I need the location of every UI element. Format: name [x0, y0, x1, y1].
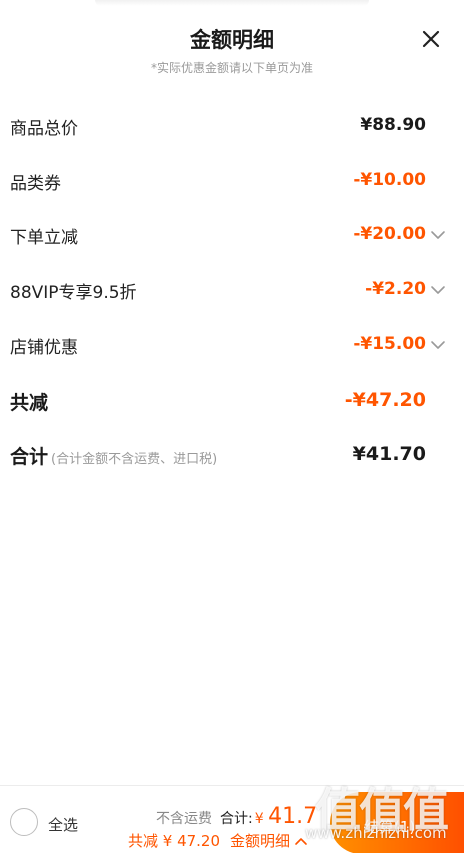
row-label: 品类券: [10, 174, 61, 194]
sheet-title: 金额明细: [190, 28, 274, 52]
row-grand-total: 合计 (合计金额不含运费、进口税) ¥41.70: [0, 439, 464, 469]
row-label: 88VIP专享9.5折: [10, 283, 137, 303]
amount-detail-link[interactable]: 金额明细: [230, 832, 290, 850]
grand-total-label: 合计: [10, 446, 49, 468]
checkout-bar: 全选 不含运费 合计: ¥ 41.7 共减 ¥ 47.20 金额明细 结算(1): [0, 785, 464, 853]
row-value: -¥10.00: [353, 170, 426, 190]
amount-detail-sheet: 金额明细 *实际优惠金额请以下单页为准 商品总价 ¥88.90 品类券 -¥10…: [0, 0, 464, 853]
row-category-coupon: 品类券 -¥10.00: [0, 166, 464, 196]
row-value: -¥2.20: [365, 279, 426, 299]
sum-label: 合计:: [220, 811, 253, 827]
row-value: -¥15.00: [353, 334, 426, 354]
sheet-header: 金额明细 *实际优惠金额请以下单页为准: [0, 0, 464, 90]
select-all-radio[interactable]: [10, 808, 38, 836]
no-shipping-note: 不含运费: [156, 811, 212, 827]
chevron-down-icon[interactable]: [430, 229, 446, 241]
grand-total-value: ¥41.70: [352, 443, 426, 465]
close-icon: [422, 30, 440, 48]
chevron-up-icon[interactable]: [294, 836, 308, 846]
row-value: ¥88.90: [360, 115, 426, 135]
row-goods-total: 商品总价 ¥88.90: [0, 111, 464, 141]
sheet-subtitle: *实际优惠金额请以下单页为准: [150, 61, 313, 75]
currency-symbol: ¥: [254, 811, 264, 827]
sum-amount: 41.7: [268, 804, 318, 829]
row-total-reduction: 共减 -¥47.20: [0, 385, 464, 415]
close-button[interactable]: [416, 24, 446, 54]
row-88vip-discount[interactable]: 88VIP专享9.5折 -¥2.20: [0, 275, 464, 305]
grand-total-label-group: 合计 (合计金额不含运费、进口税): [10, 442, 217, 469]
grand-total-hint: (合计金额不含运费、进口税): [51, 452, 218, 467]
total-reduction-label: 共减: [10, 392, 49, 414]
price-summary: 不含运费 合计: ¥ 41.7: [156, 804, 317, 829]
row-label: 商品总价: [10, 119, 78, 139]
row-value: -¥20.00: [353, 224, 426, 244]
row-label: 店铺优惠: [10, 338, 78, 358]
checkout-button[interactable]: 结算(1): [330, 792, 464, 853]
row-order-discount[interactable]: 下单立减 -¥20.00: [0, 220, 464, 250]
chevron-down-icon[interactable]: [430, 284, 446, 296]
row-store-discount[interactable]: 店铺优惠 -¥15.00: [0, 330, 464, 360]
reduction-text: 共减 ¥ 47.20: [128, 832, 221, 850]
select-all-label: 全选: [48, 816, 79, 834]
reduction-summary: 共减 ¥ 47.20 金额明细: [128, 830, 308, 851]
total-reduction-value: -¥47.20: [344, 389, 426, 411]
row-label: 下单立减: [10, 228, 78, 248]
checkout-label: 结算(1): [364, 818, 416, 836]
chevron-down-icon[interactable]: [430, 339, 446, 351]
